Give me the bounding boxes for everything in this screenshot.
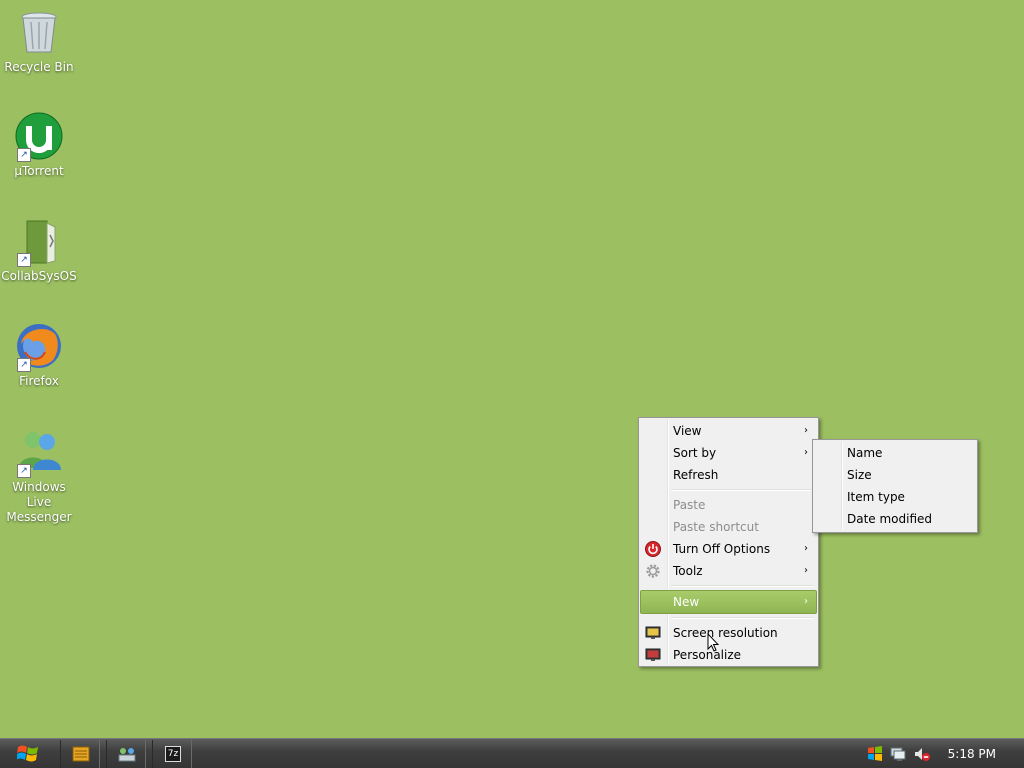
network-icon: [118, 748, 136, 762]
chevron-right-icon: ›: [804, 565, 808, 576]
menu-item-sort-by[interactable]: Sort by ›: [641, 442, 816, 464]
menu-item-label: Paste: [673, 498, 706, 512]
sort-by-submenu: Name Size Item type Date modified: [812, 439, 978, 533]
desktop-icon-recycle-bin[interactable]: Recycle Bin: [0, 8, 78, 75]
menu-item-sort-item-type[interactable]: Item type: [815, 486, 975, 508]
desktop[interactable]: Recycle Bin ↗ µTorrent ↗ CollabSysOS ↗ F…: [0, 0, 1024, 738]
taskbar-folder-button[interactable]: [60, 740, 100, 768]
power-icon: [645, 541, 661, 557]
menu-item-screen-resolution[interactable]: Screen resolution: [641, 622, 816, 644]
shortcut-arrow-icon: ↗: [17, 464, 31, 478]
system-tray: [864, 739, 944, 768]
menu-item-toolz[interactable]: Toolz ›: [641, 560, 816, 582]
taskbar-clock[interactable]: 5:18 PM: [948, 739, 996, 768]
menu-item-turn-off-options[interactable]: Turn Off Options ›: [641, 538, 816, 560]
start-button[interactable]: [8, 740, 48, 768]
menu-item-view[interactable]: View ›: [641, 420, 816, 442]
collabsysos-icon: ↗: [15, 217, 63, 267]
desktop-icon-collabsysos[interactable]: ↗ CollabSysOS: [0, 217, 78, 284]
taskbar-7zip-button[interactable]: 7z: [152, 740, 192, 768]
menu-item-sort-date-modified[interactable]: Date modified: [815, 508, 975, 530]
menu-separator: [671, 585, 814, 587]
windows-live-messenger-icon: ↗: [15, 428, 63, 478]
desktop-icon-label: Recycle Bin: [4, 60, 74, 74]
screen-resolution-icon: [645, 625, 661, 641]
gear-icon: [645, 563, 661, 579]
menu-item-label: Paste shortcut: [673, 520, 759, 534]
menu-item-label: Sort by: [673, 446, 717, 460]
menu-item-paste-shortcut[interactable]: Paste shortcut: [641, 516, 816, 538]
desktop-icon-label: Firefox: [19, 374, 59, 388]
mouse-cursor-icon: [707, 633, 719, 652]
desktop-icon-label: Windows Live Messenger: [6, 480, 72, 524]
chevron-right-icon: ›: [804, 596, 808, 607]
menu-item-sort-name[interactable]: Name: [815, 442, 975, 464]
menu-item-label: Date modified: [847, 512, 933, 526]
network-status-icon[interactable]: [890, 746, 906, 762]
windows-start-icon: [17, 745, 38, 762]
menu-item-label: Toolz: [673, 564, 703, 578]
menu-item-label: New: [673, 595, 700, 609]
utorrent-icon: ↗: [15, 112, 63, 162]
menu-item-label: View: [673, 424, 702, 438]
taskbar: 7z 5:18 PM: [0, 738, 1024, 768]
shortcut-arrow-icon: ↗: [17, 253, 31, 267]
menu-item-sort-size[interactable]: Size: [815, 464, 975, 486]
windows-flag-icon[interactable]: [867, 746, 883, 762]
shortcut-arrow-icon: ↗: [17, 358, 31, 372]
volume-muted-icon[interactable]: [914, 746, 930, 762]
menu-item-personalize[interactable]: Personalize: [641, 644, 816, 666]
shortcut-arrow-icon: ↗: [17, 148, 31, 162]
recycle-bin-icon: [15, 8, 63, 56]
taskbar-network-button[interactable]: [106, 740, 146, 768]
folder-icon: [72, 746, 90, 762]
7zip-label: 7z: [167, 749, 179, 759]
desktop-context-menu: View › Sort by › Refresh Paste Paste sho…: [638, 417, 819, 667]
desktop-icon-label: CollabSysOS: [1, 269, 77, 283]
menu-item-label: Refresh: [673, 468, 719, 482]
firefox-icon: ↗: [15, 322, 63, 372]
chevron-right-icon: ›: [804, 447, 808, 458]
menu-item-refresh[interactable]: Refresh: [641, 464, 816, 486]
desktop-icon-firefox[interactable]: ↗ Firefox: [0, 322, 78, 389]
menu-item-label: Turn Off Options: [673, 542, 771, 556]
menu-item-label: Size: [847, 468, 872, 482]
desktop-icon-windows-live-messenger[interactable]: ↗ Windows Live Messenger: [0, 428, 78, 525]
personalize-icon: [645, 647, 661, 663]
menu-item-label: Screen resolution: [673, 626, 778, 640]
chevron-right-icon: ›: [804, 543, 808, 554]
desktop-icon-label: µTorrent: [14, 164, 64, 178]
menu-item-label: Name: [847, 446, 883, 460]
menu-item-label: Item type: [847, 490, 905, 504]
menu-separator: [671, 489, 814, 491]
menu-separator: [671, 617, 814, 619]
chevron-right-icon: ›: [804, 425, 808, 436]
7zip-icon: 7z: [165, 746, 181, 762]
menu-item-paste[interactable]: Paste: [641, 494, 816, 516]
menu-item-new[interactable]: New ›: [640, 590, 817, 614]
desktop-icon-utorrent[interactable]: ↗ µTorrent: [0, 112, 78, 179]
